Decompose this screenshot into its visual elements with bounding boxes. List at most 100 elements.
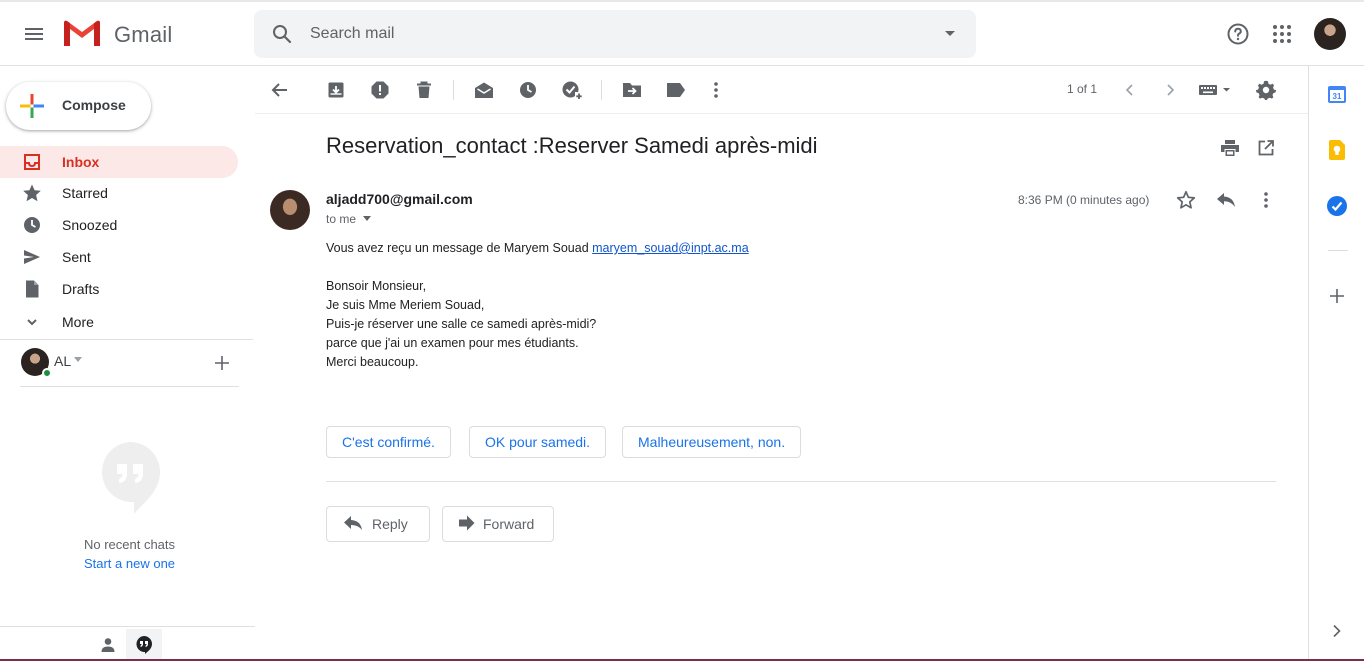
body-line: Merci beaucoup. bbox=[326, 355, 419, 369]
calendar-icon[interactable]: 31 bbox=[1325, 82, 1349, 106]
reply-label: Reply bbox=[372, 516, 408, 532]
body-intro-line: Vous avez reçu un message de Maryem Soua… bbox=[326, 239, 749, 258]
search-icon[interactable] bbox=[262, 14, 302, 54]
expand-panel-chevron-icon[interactable] bbox=[1325, 619, 1349, 643]
caret-down-icon[interactable] bbox=[74, 357, 82, 362]
chat-bubble-icon bbox=[100, 442, 160, 514]
nav-label: More bbox=[62, 314, 94, 330]
smart-reply-chip[interactable]: Malheureusement, non. bbox=[622, 426, 802, 458]
snooze-icon[interactable] bbox=[508, 70, 548, 110]
reply-icon[interactable] bbox=[1210, 184, 1242, 216]
forward-icon bbox=[459, 515, 479, 535]
add-to-tasks-icon[interactable] bbox=[552, 70, 592, 110]
report-spam-icon[interactable] bbox=[360, 70, 400, 110]
reply-button[interactable]: Reply bbox=[326, 506, 430, 542]
open-in-new-window-icon[interactable] bbox=[1250, 132, 1282, 164]
chevron-down-icon bbox=[22, 312, 42, 332]
sender-avatar[interactable] bbox=[270, 190, 310, 230]
nav-item-inbox[interactable]: Inbox bbox=[0, 146, 238, 178]
body-line: parce que j'ai un examen pour mes étudia… bbox=[326, 336, 579, 350]
pagination-text: 1 of 1 bbox=[1067, 82, 1098, 96]
left-footer bbox=[0, 626, 255, 661]
send-icon bbox=[22, 247, 42, 267]
svg-text:31: 31 bbox=[1333, 92, 1342, 101]
sender-email[interactable]: aljadd700@gmail.com bbox=[326, 191, 473, 207]
body-email-link[interactable]: maryem_souad@inpt.ac.ma bbox=[592, 241, 749, 255]
app-header: Gmail bbox=[0, 2, 1364, 66]
nav-label: Inbox bbox=[62, 154, 100, 170]
tasks-icon[interactable] bbox=[1325, 194, 1349, 218]
start-new-chat-link[interactable]: Start a new one bbox=[0, 556, 259, 571]
clock-icon bbox=[22, 215, 42, 235]
draft-icon bbox=[22, 279, 42, 299]
label-icon[interactable] bbox=[656, 70, 696, 110]
nav-label: Snoozed bbox=[62, 217, 118, 233]
no-chats-text: No recent chats bbox=[83, 537, 176, 552]
keyboard-icon[interactable] bbox=[1193, 70, 1237, 110]
main-menu-button[interactable] bbox=[14, 14, 54, 54]
chevron-right-icon[interactable] bbox=[1150, 70, 1190, 110]
nav-label: Sent bbox=[62, 249, 91, 265]
mark-unread-icon[interactable] bbox=[464, 70, 504, 110]
smart-reply-chip[interactable]: C'est confirmé. bbox=[326, 426, 451, 458]
details-caret-icon[interactable] bbox=[363, 216, 371, 221]
hangouts-icon[interactable] bbox=[126, 629, 162, 661]
back-arrow-icon[interactable] bbox=[260, 70, 300, 110]
keep-icon[interactable] bbox=[1325, 138, 1349, 162]
app-title: Gmail bbox=[114, 22, 173, 47]
hangouts-divider bbox=[20, 386, 239, 387]
side-panel: 31 bbox=[1308, 66, 1364, 661]
account-avatar[interactable] bbox=[1314, 18, 1346, 50]
side-panel-divider bbox=[1328, 250, 1348, 251]
more-vertical-icon[interactable] bbox=[1250, 184, 1282, 216]
chevron-left-icon[interactable] bbox=[1110, 70, 1150, 110]
delete-icon[interactable] bbox=[404, 70, 444, 110]
archive-icon[interactable] bbox=[316, 70, 356, 110]
email-body: Vous avez reçu un message de Maryem Soua… bbox=[326, 239, 749, 372]
hamburger-icon bbox=[25, 28, 43, 40]
nav-item-sent[interactable]: Sent bbox=[0, 241, 238, 273]
body-line: Je suis Mme Meriem Souad, bbox=[326, 298, 485, 312]
compose-label: Compose bbox=[62, 97, 126, 113]
presence-indicator bbox=[42, 368, 52, 378]
nav-label: Drafts bbox=[62, 281, 100, 297]
apps-grid-icon[interactable] bbox=[1262, 14, 1302, 54]
compose-button[interactable]: Compose bbox=[6, 82, 151, 130]
forward-button[interactable]: Forward bbox=[442, 506, 554, 542]
move-to-icon[interactable] bbox=[612, 70, 652, 110]
body-line: Puis-je réserver une salle ce samedi apr… bbox=[326, 317, 597, 331]
compose-plus-icon bbox=[20, 94, 44, 118]
gmail-logo-icon[interactable] bbox=[62, 18, 102, 48]
smart-reply-chip[interactable]: OK pour samedi. bbox=[469, 426, 607, 458]
forward-label: Forward bbox=[483, 516, 535, 532]
search-bar[interactable] bbox=[254, 10, 976, 58]
recipient-text[interactable]: to me bbox=[326, 212, 356, 226]
nav-divider bbox=[0, 339, 253, 340]
help-icon[interactable] bbox=[1218, 14, 1258, 54]
hangouts-user-name[interactable]: AL bbox=[54, 353, 71, 369]
toolbar-separator bbox=[601, 80, 602, 100]
body-intro-text: Vous avez reçu un message de Maryem Soua… bbox=[326, 241, 589, 255]
settings-gear-icon[interactable] bbox=[1246, 70, 1286, 110]
reply-icon bbox=[343, 515, 363, 535]
nav-item-drafts[interactable]: Drafts bbox=[0, 273, 238, 305]
person-icon[interactable] bbox=[90, 629, 126, 661]
plus-icon[interactable] bbox=[210, 351, 234, 375]
body-line: Bonsoir Monsieur, bbox=[326, 279, 427, 293]
nav-item-snoozed[interactable]: Snoozed bbox=[0, 209, 238, 241]
star-outline-icon[interactable] bbox=[1170, 184, 1202, 216]
toolbar-separator bbox=[453, 80, 454, 100]
star-icon bbox=[22, 183, 42, 203]
more-vertical-icon[interactable] bbox=[696, 70, 736, 110]
email-timestamp: 8:36 PM (0 minutes ago) bbox=[1018, 193, 1150, 207]
add-addon-plus-icon[interactable] bbox=[1325, 284, 1349, 308]
nav-label: Starred bbox=[62, 185, 108, 201]
nav-item-more[interactable]: More bbox=[0, 306, 238, 338]
search-options-icon[interactable] bbox=[930, 14, 970, 54]
message-toolbar: 1 of 1 bbox=[255, 66, 1308, 114]
print-icon[interactable] bbox=[1214, 132, 1246, 164]
nav-item-starred[interactable]: Starred bbox=[0, 177, 238, 209]
email-subject: Reservation_contact :Reserver Samedi apr… bbox=[326, 133, 818, 158]
search-input[interactable] bbox=[310, 10, 910, 58]
